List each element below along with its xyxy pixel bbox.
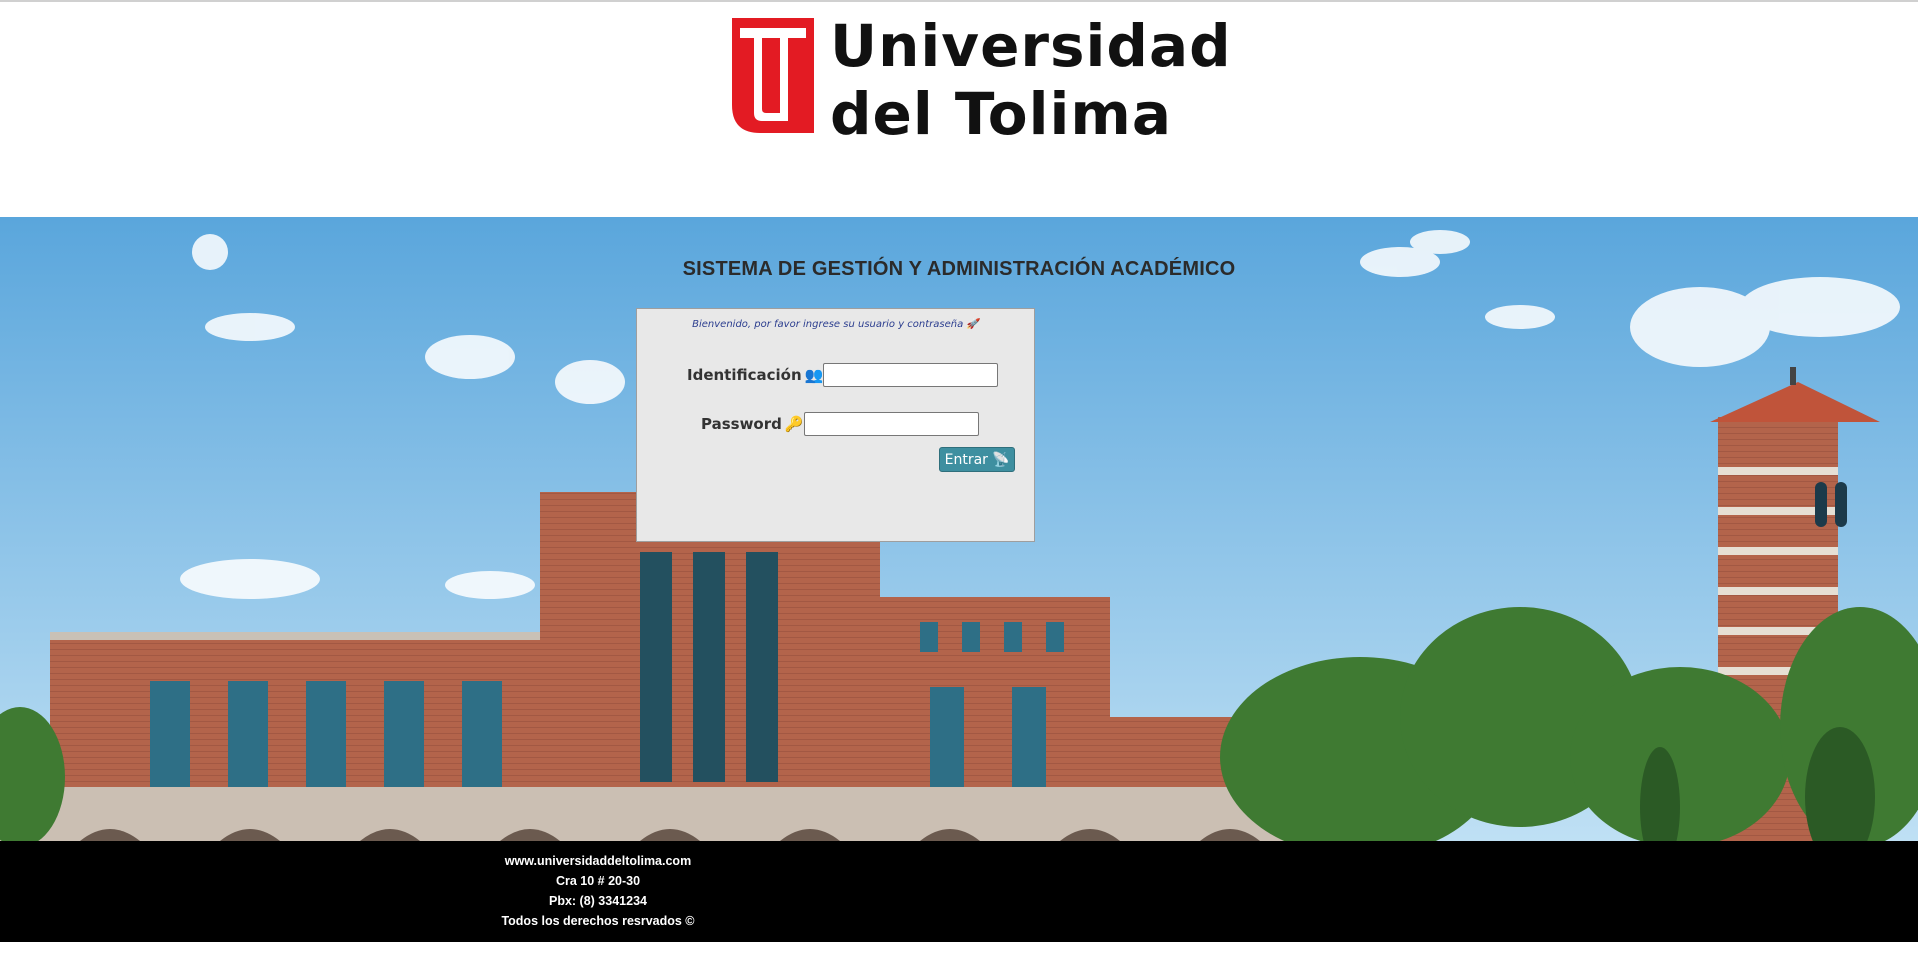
login-form: Bienvenido, por favor ingrese su usuario… [636,308,1035,542]
identification-row: Identificación 👥 [687,363,999,387]
footer-phone: Pbx: (8) 3341234 [549,894,647,908]
site-header: Universidad del Tolima [0,2,1918,217]
identification-input[interactable] [823,363,999,387]
users-icon: 👥 [804,366,824,384]
footer-contact-info: www.universidaddeltolima.com Cra 10 # 20… [498,851,698,931]
logo-line-2: del Tolima [830,80,1172,148]
satellite-icon: 📡 [991,451,1010,468]
welcome-message: Bienvenido, por favor ingrese su usuario… [692,319,979,330]
password-input[interactable] [803,412,979,436]
key-icon: 🔑 [784,415,804,433]
footer-address: Cra 10 # 20-30 [555,874,641,888]
hero-campus-banner: SISTEMA DE GESTIÓN Y ADMINISTRACIÓN ACAD… [0,217,1918,841]
password-label: Password [701,415,782,433]
page-title: SISTEMA DE GESTIÓN Y ADMINISTRACIÓN ACAD… [682,258,1236,280]
university-logo[interactable]: Universidad del Tolima [732,12,1231,148]
site-footer: www.universidaddeltolima.com Cra 10 # 20… [0,841,1918,942]
logo-line-1: Universidad [830,12,1232,80]
identification-label: Identificación [687,366,802,384]
logo-text: Universidad del Tolima [830,12,1232,148]
submit-label: Entrar [944,451,988,468]
password-row: Password 🔑 [701,412,979,436]
ut-logo-mark-icon [732,18,814,133]
login-submit-button[interactable]: Entrar 📡 [939,447,1015,472]
footer-rights: Todos los derechos resrvados © [501,914,695,928]
footer-website[interactable]: www.universidaddeltolima.com [498,851,698,871]
